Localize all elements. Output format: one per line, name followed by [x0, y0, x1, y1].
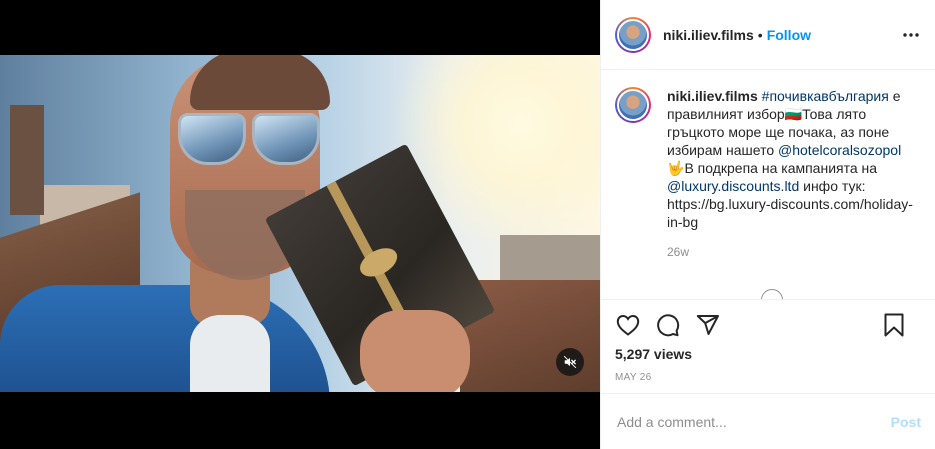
- views-count[interactable]: 5,297 views: [615, 346, 921, 362]
- comments-section[interactable]: niki.iliev.films #почивкавбългария е пра…: [601, 71, 935, 299]
- action-bar: 5,297 views MAY 26: [601, 299, 935, 399]
- person-hand: [360, 310, 470, 392]
- person-jacket: [0, 285, 330, 392]
- caption-username[interactable]: niki.iliev.films: [667, 88, 758, 104]
- caption: niki.iliev.films #почивкавбългария е пра…: [615, 87, 921, 231]
- avatar-image: [617, 18, 649, 51]
- avatar[interactable]: [615, 87, 651, 123]
- avatar-image: [617, 89, 649, 121]
- more-horizontal-icon[interactable]: [901, 25, 921, 45]
- post-age[interactable]: 26w: [667, 245, 921, 259]
- sunglasses-lens-right: [252, 113, 320, 165]
- video-player[interactable]: [0, 55, 600, 392]
- bulgaria-flag-emoji: 🇧🇬: [784, 106, 803, 122]
- person-hair: [190, 55, 330, 110]
- action-icons: [615, 312, 921, 338]
- sunglasses-lens-left: [178, 113, 246, 165]
- paper-plane-icon[interactable]: [695, 312, 721, 338]
- caption-text-part: В подкрепа на кампанията на: [684, 160, 878, 176]
- heart-icon[interactable]: [615, 312, 641, 338]
- hashtag-link[interactable]: #почивкавбългария: [762, 88, 889, 104]
- follow-button[interactable]: Follow: [767, 27, 811, 43]
- avatar[interactable]: [615, 16, 651, 53]
- rock-hand-emoji: 🤟: [667, 160, 685, 176]
- post-button[interactable]: Post: [891, 414, 921, 430]
- background-chimney: [10, 105, 44, 215]
- speaker-muted-icon[interactable]: [556, 348, 584, 376]
- comment-input[interactable]: [615, 412, 891, 431]
- bookmark-icon[interactable]: [881, 312, 907, 338]
- person-tshirt: [190, 315, 270, 392]
- post-header: niki.iliev.films • Follow: [601, 0, 935, 70]
- mention-link[interactable]: @hotelcoralsozopol: [778, 142, 901, 158]
- loading-spinner-icon: [761, 289, 783, 299]
- separator-dot: •: [757, 26, 763, 43]
- header-username[interactable]: niki.iliev.films: [663, 27, 754, 43]
- video-pane: [0, 0, 600, 449]
- add-comment-bar: Post: [601, 393, 935, 449]
- instagram-post: niki.iliev.films • Follow niki.iliev.fil…: [0, 0, 935, 449]
- mention-link[interactable]: @luxury.discounts.ltd: [667, 178, 799, 194]
- caption-text: niki.iliev.films #почивкавбългария е пра…: [667, 87, 917, 231]
- post-sidebar: niki.iliev.films • Follow niki.iliev.fil…: [600, 0, 935, 449]
- comment-icon[interactable]: [655, 312, 681, 338]
- post-date[interactable]: MAY 26: [615, 372, 921, 383]
